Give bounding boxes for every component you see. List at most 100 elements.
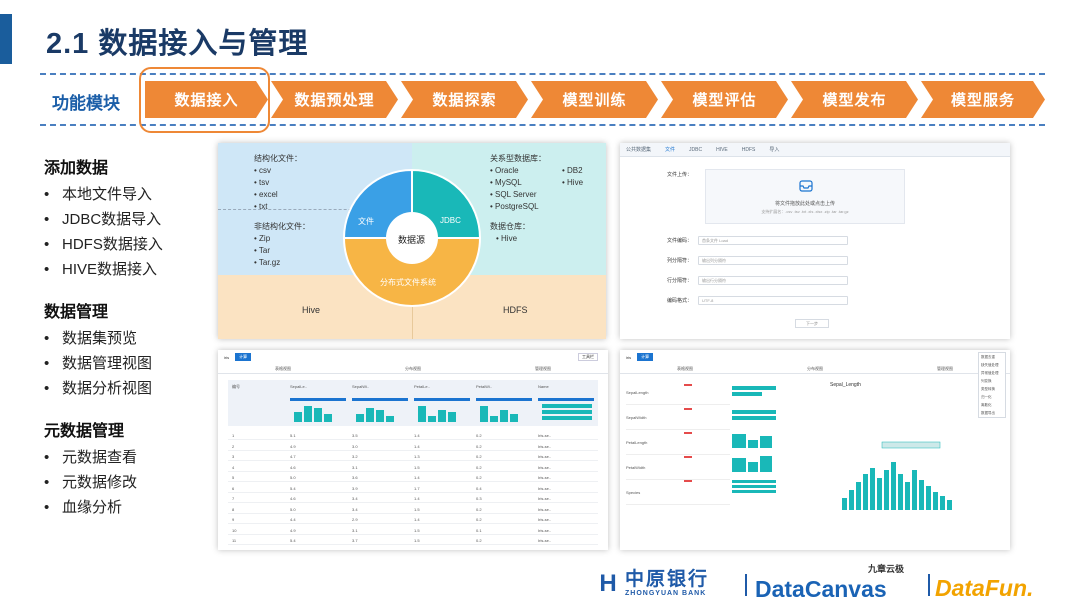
step-train[interactable]: 模型训练 xyxy=(531,81,658,118)
step-preprocess[interactable]: 数据预处理 xyxy=(271,81,398,118)
upload-tabs: 公共数据集 文件 JDBC HIVE HDFS 导入 xyxy=(620,143,1010,157)
table-header: 编号 SepalLe.. SepalWi.. PetalLe.. PetalWi… xyxy=(228,380,598,426)
table-cell: Iris-se.. xyxy=(538,475,552,480)
table-cell: Iris-se.. xyxy=(538,454,552,459)
distribution-charts xyxy=(684,384,952,510)
table-cell: 1.3 xyxy=(414,454,420,459)
table-cell: Iris-se.. xyxy=(538,527,552,533)
menu-item[interactable]: 数据去重 xyxy=(979,353,1005,361)
module-steps: 数据接入 数据预处理 数据探索 模型训练 模型评估 模型发布 模型服务 xyxy=(145,81,1045,118)
table-cell: 3.6 xyxy=(352,475,358,480)
feature-section-metadata: 元数据管理 元数据查看 元数据修改 血缘分析 xyxy=(44,417,214,520)
menu-item[interactable]: 类型转换 xyxy=(979,385,1005,393)
list-item: 血缘分析 xyxy=(44,495,214,520)
table-cell: 1.4 xyxy=(414,433,420,438)
menu-item[interactable]: 异常值处理 xyxy=(979,369,1005,377)
toolbar-button[interactable]: 工具栏 xyxy=(578,353,598,361)
table-row[interactable]: 11 5.4 3.7 1.5 0.2 Iris-se.. xyxy=(228,535,598,545)
inbox-icon xyxy=(799,180,813,192)
feature-section-add-data: 添加数据 本地文件导入 JDBC数据导入 HDFS数据接入 HIVE数据接入 xyxy=(44,154,214,282)
table-cell: 1.5 xyxy=(414,464,420,470)
table-cell: 0.2 xyxy=(476,506,482,512)
list-item: JDBC数据导入 xyxy=(44,207,214,232)
list-item: HIVE数据接入 xyxy=(44,257,214,282)
list-item: 数据集预览 xyxy=(44,326,214,351)
table-row[interactable]: 3 4.7 3.2 1.3 0.2 Iris-se.. xyxy=(228,451,598,461)
feature-section-data-mgmt: 数据管理 数据集预览 数据管理视图 数据分析视图 xyxy=(44,298,214,401)
menu-item[interactable]: 列变换 xyxy=(979,377,1005,385)
table-cell: 4.6 xyxy=(290,464,296,470)
menu-item[interactable]: 缺失值处理 xyxy=(979,361,1005,369)
table-cell: 6 xyxy=(232,485,235,491)
tab-hive[interactable]: HIVE xyxy=(716,147,728,153)
list-item: 数据分析视图 xyxy=(44,376,214,401)
table-cell: 1.5 xyxy=(414,527,420,533)
table-cell: 5.4 xyxy=(290,538,296,543)
column-histograms xyxy=(290,398,594,422)
table-cell: Iris-se.. xyxy=(538,464,552,470)
tab-import[interactable]: 导入 xyxy=(769,146,779,153)
table-cell: 5.1 xyxy=(290,433,296,438)
active-step-highlight xyxy=(139,67,270,133)
table-row[interactable]: 4 4.6 3.1 1.5 0.2 Iris-se.. xyxy=(228,462,598,472)
table-cell: 5.0 xyxy=(290,506,296,512)
table-row[interactable]: 7 4.6 3.4 1.4 0.3 Iris-se.. xyxy=(228,493,598,503)
table-cell: 3.0 xyxy=(352,443,358,449)
datacanvas-cn-logo: 九章云极 xyxy=(868,564,905,574)
next-button[interactable]: 下一步 xyxy=(795,319,829,328)
tab-file[interactable]: 文件 xyxy=(665,146,675,153)
step-serve[interactable]: 模型服务 xyxy=(921,81,1045,118)
table-row[interactable]: 10 4.9 3.1 1.5 0.1 Iris-se.. xyxy=(228,525,598,535)
segment-dfs-label: 分布式文件系统 xyxy=(380,278,436,287)
table-cell: Iris-se.. xyxy=(538,443,552,449)
segment-jdbc-label: JDBC xyxy=(440,216,461,225)
menu-item[interactable]: 归一化 xyxy=(979,393,1005,401)
table-cell: 0.2 xyxy=(476,538,482,543)
upload-label: 文件上传： xyxy=(666,172,692,178)
menu-item[interactable]: 离散化 xyxy=(979,401,1005,409)
datacanvas-logo: DataCanvas xyxy=(755,576,887,602)
column-separator-select[interactable]: 输出列分隔符 xyxy=(698,256,848,265)
tab-manage-view[interactable]: 管理视图 xyxy=(478,364,608,373)
logo-divider xyxy=(928,574,930,596)
table-cell: 3.7 xyxy=(352,538,358,543)
menu-item[interactable]: 数据导出 xyxy=(979,409,1005,417)
table-row[interactable]: 2 4.9 3.0 1.4 0.2 Iris-se.. xyxy=(228,441,598,451)
table-cell: 1.7 xyxy=(414,485,420,491)
table-row[interactable]: 1 5.1 3.5 1.4 0.2 Iris-se.. xyxy=(228,430,598,440)
table-row[interactable]: 5 5.0 3.6 1.4 0.2 Iris-se.. xyxy=(228,472,598,482)
table-row[interactable]: 6 5.4 3.9 1.7 0.4 Iris-se.. xyxy=(228,483,598,493)
tab-table-view[interactable]: 表格视图 xyxy=(218,364,348,373)
data-analysis-panel: iris 计算 表格视图 分布视图 管理视图 SepalLength Sepal… xyxy=(620,350,1010,550)
table-cell: 0.2 xyxy=(476,433,482,438)
upload-dropzone[interactable]: 将文件拖放此处或点击上传 支持扩展名：.csv .tsv .txt .xls .… xyxy=(705,169,905,224)
table-cell: 1.4 xyxy=(414,496,420,501)
table-cell: Iris-se.. xyxy=(538,517,552,522)
tab-public-dataset[interactable]: 公共数据集 xyxy=(626,146,651,153)
row-separator-select[interactable]: 输出行分隔符 xyxy=(698,276,848,285)
table-row[interactable]: 8 5.0 3.4 1.5 0.2 Iris-se.. xyxy=(228,504,598,514)
logo-divider xyxy=(745,574,747,596)
table-cell: 0.1 xyxy=(476,527,482,533)
list-item: 数据管理视图 xyxy=(44,351,214,376)
compute-badge[interactable]: 计算 xyxy=(235,353,252,361)
charset-select[interactable]: UTF-8 xyxy=(698,296,848,305)
step-evaluate[interactable]: 模型评估 xyxy=(661,81,788,118)
step-explore[interactable]: 数据探索 xyxy=(401,81,528,118)
table-cell: 5.0 xyxy=(290,475,296,480)
step-publish[interactable]: 模型发布 xyxy=(791,81,918,118)
tab-hdfs[interactable]: HDFS xyxy=(742,147,756,153)
table-cell: 1.4 xyxy=(414,443,420,449)
table-cell: 1.5 xyxy=(414,506,420,512)
table-cell: 3.4 xyxy=(352,506,358,512)
tab-jdbc[interactable]: JDBC xyxy=(689,147,702,153)
table-cell: 3.9 xyxy=(352,485,358,491)
table-row[interactable]: 9 4.4 2.9 1.4 0.2 Iris-se.. xyxy=(228,514,598,524)
table-cell: 3.4 xyxy=(352,496,358,501)
table-cell: 0.2 xyxy=(476,464,482,470)
stat-title: Sepal_Length xyxy=(830,382,861,388)
tab-distribution-view[interactable]: 分布视图 xyxy=(348,364,478,373)
table-cell: 0.4 xyxy=(476,485,482,491)
table-cell: 1 xyxy=(232,433,235,438)
file-encoding-select[interactable]: 首条文件 Load xyxy=(698,236,848,245)
